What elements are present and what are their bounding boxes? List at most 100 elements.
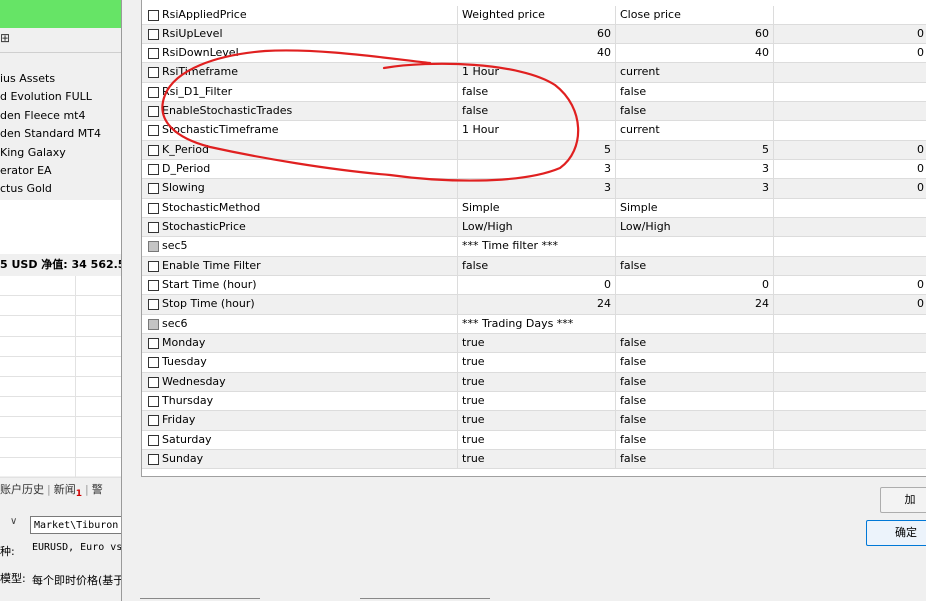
param-step[interactable]: 0 — [774, 295, 926, 313]
navigator-item[interactable]: King Galaxy — [0, 144, 121, 162]
param-row[interactable]: sec6 *** Trading Days *** — [142, 314, 926, 335]
param-start[interactable]: current — [616, 121, 774, 140]
param-step[interactable] — [774, 6, 926, 24]
table-row[interactable] — [0, 417, 121, 438]
param-value[interactable]: Low/High — [458, 218, 616, 237]
param-step[interactable]: 0 — [774, 276, 926, 294]
param-row[interactable]: Monday true false — [142, 334, 926, 354]
param-row[interactable]: Start Time (hour) 0 0 0 — [142, 276, 926, 296]
table-row[interactable] — [0, 276, 121, 297]
param-start[interactable]: false — [616, 82, 774, 102]
param-value[interactable]: 3 — [458, 179, 616, 198]
table-row[interactable] — [0, 457, 121, 478]
param-value[interactable]: 1 Hour — [458, 63, 616, 82]
param-row[interactable]: Enable Time Filter false false — [142, 256, 926, 277]
param-value[interactable]: 40 — [458, 44, 616, 63]
param-step[interactable] — [774, 199, 926, 217]
grid-icon[interactable]: ⊞ — [0, 31, 10, 45]
param-step[interactable] — [774, 353, 926, 371]
param-row[interactable]: StochasticMethod Simple Simple — [142, 198, 926, 219]
param-value[interactable]: Weighted price — [458, 5, 616, 24]
navigator-item[interactable]: ius Assets — [0, 70, 121, 88]
param-start[interactable]: false — [616, 450, 774, 469]
param-step[interactable] — [774, 237, 926, 255]
param-value[interactable]: false — [458, 82, 616, 102]
load-button[interactable]: 加 — [880, 487, 926, 513]
navigator-item[interactable]: den Fleece mt4 — [0, 107, 121, 125]
param-value[interactable]: Simple — [458, 198, 616, 218]
param-row[interactable]: K_Period 5 5 0 — [142, 140, 926, 161]
param-step[interactable] — [774, 450, 926, 468]
param-row[interactable]: StochasticPrice Low/High Low/High — [142, 218, 926, 238]
param-start[interactable]: Close price — [616, 5, 774, 24]
param-step[interactable] — [774, 218, 926, 236]
param-start[interactable]: Low/High — [616, 218, 774, 237]
param-step[interactable]: 0 — [774, 160, 926, 178]
param-value[interactable]: true — [458, 450, 616, 469]
param-start[interactable] — [616, 237, 774, 256]
param-row[interactable]: Stop Time (hour) 24 24 0 — [142, 295, 926, 315]
param-start[interactable]: 3 — [616, 179, 774, 198]
param-start[interactable]: false — [616, 334, 774, 353]
param-start[interactable]: Simple — [616, 198, 774, 218]
param-start[interactable] — [616, 314, 774, 334]
param-value[interactable]: false — [458, 102, 616, 121]
param-start[interactable]: 0 — [616, 276, 774, 295]
param-start[interactable]: 3 — [616, 160, 774, 179]
param-row[interactable]: RsiDownLevel 40 40 0 — [142, 44, 926, 64]
param-start[interactable]: 24 — [616, 295, 774, 314]
param-value[interactable]: 60 — [458, 24, 616, 44]
param-start[interactable]: current — [616, 63, 774, 82]
param-value[interactable]: 3 — [458, 160, 616, 179]
param-value[interactable]: 24 — [458, 295, 616, 314]
navigator-item[interactable]: erator EA — [0, 162, 121, 180]
param-value[interactable]: false — [458, 256, 616, 276]
navigator-item[interactable]: ctus Gold — [0, 180, 121, 198]
param-step[interactable]: 0 — [774, 44, 926, 62]
param-row[interactable]: Rsi_D1_Filter false false — [142, 82, 926, 103]
param-row[interactable]: StochasticTimeframe 1 Hour current — [142, 121, 926, 141]
param-step[interactable] — [774, 392, 926, 410]
param-row[interactable]: Wednesday true false — [142, 372, 926, 393]
param-start[interactable]: false — [616, 411, 774, 430]
tab-alerts[interactable]: 警 — [92, 483, 103, 496]
param-row[interactable]: RsiAppliedPrice Weighted price Close price — [142, 5, 926, 25]
ok-button[interactable]: 确定 — [866, 520, 926, 546]
table-row[interactable] — [0, 316, 121, 337]
param-start[interactable]: false — [616, 353, 774, 372]
tab-news[interactable]: 新闻 — [54, 483, 76, 496]
navigator-item[interactable]: den Standard MT4 — [0, 125, 121, 143]
table-row[interactable] — [0, 336, 121, 357]
param-row[interactable]: Tuesday true false — [142, 353, 926, 373]
param-start[interactable]: false — [616, 372, 774, 392]
param-value[interactable]: 0 — [458, 276, 616, 295]
param-step[interactable] — [774, 411, 926, 429]
param-value[interactable]: true — [458, 392, 616, 411]
table-row[interactable] — [0, 376, 121, 398]
param-row[interactable]: Saturday true false — [142, 430, 926, 451]
table-row[interactable] — [0, 356, 121, 377]
param-step[interactable] — [774, 431, 926, 449]
param-value[interactable]: 1 Hour — [458, 121, 616, 140]
param-value[interactable]: *** Time filter *** — [458, 237, 616, 256]
param-row[interactable]: Sunday true false — [142, 450, 926, 470]
table-row[interactable] — [0, 437, 121, 458]
param-step[interactable] — [774, 102, 926, 120]
param-start[interactable]: 5 — [616, 140, 774, 160]
table-row[interactable] — [0, 397, 121, 418]
param-step[interactable]: 0 — [774, 141, 926, 159]
param-value[interactable]: true — [458, 430, 616, 450]
param-step[interactable] — [774, 373, 926, 391]
param-step[interactable] — [774, 63, 926, 81]
param-value[interactable]: true — [458, 372, 616, 392]
param-row[interactable]: EnableStochasticTrades false false — [142, 102, 926, 122]
param-row[interactable]: Slowing 3 3 0 — [142, 179, 926, 199]
param-row[interactable]: RsiTimeframe 1 Hour current — [142, 63, 926, 83]
param-step[interactable] — [774, 334, 926, 352]
param-start[interactable]: false — [616, 102, 774, 121]
param-row[interactable]: Friday true false — [142, 411, 926, 431]
tab-account-history[interactable]: 账户历史 — [0, 483, 44, 496]
param-step[interactable] — [774, 121, 926, 139]
param-step[interactable] — [774, 315, 926, 333]
param-row[interactable]: sec5 *** Time filter *** — [142, 237, 926, 257]
